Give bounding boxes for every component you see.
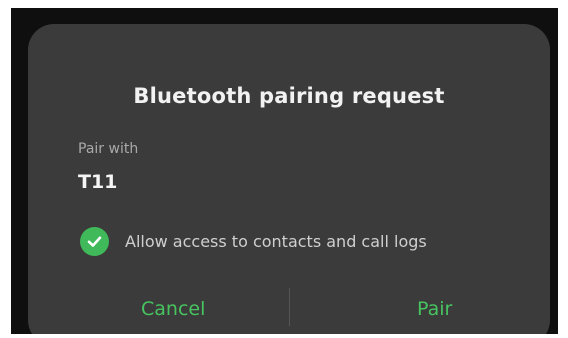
cancel-button[interactable]: Cancel (121, 292, 225, 326)
pair-with-label: Pair with (78, 141, 139, 157)
device-name: T11 (78, 171, 118, 193)
phone-screen: Bluetooth pairing request Pair with T11 … (11, 8, 558, 334)
button-divider (289, 288, 290, 326)
pair-button[interactable]: Pair (397, 292, 472, 326)
allow-access-label: Allow access to contacts and call logs (125, 232, 427, 251)
checkmark-icon[interactable] (80, 227, 109, 256)
allow-access-checkbox[interactable]: Allow access to contacts and call logs (80, 227, 427, 256)
bluetooth-pairing-dialog: Bluetooth pairing request Pair with T11 … (28, 24, 550, 334)
dialog-title: Bluetooth pairing request (133, 84, 445, 108)
